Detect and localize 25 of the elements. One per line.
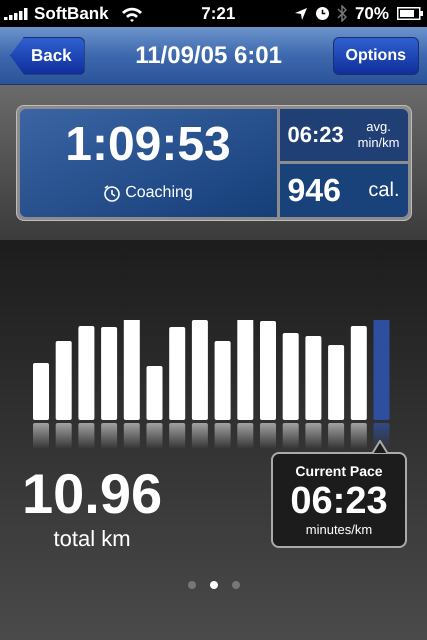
carrier-name: SoftBank (34, 2, 109, 25)
avg-label: avg. (366, 118, 391, 135)
coaching-label: Coaching (125, 182, 193, 202)
pace-unit: min/km (358, 134, 400, 151)
calories-value: 946 (288, 171, 341, 210)
clock-icon (316, 7, 329, 20)
battery-icon (397, 7, 423, 20)
clock-time: 7:21 (201, 2, 236, 25)
wifi-icon (120, 6, 143, 22)
calories-unit: cal. (368, 178, 400, 204)
options-button[interactable]: Options (332, 36, 419, 74)
timer-icon (103, 184, 122, 202)
current-pace-unit: minutes/km (306, 520, 372, 539)
current-pace-value: 06:23 (290, 482, 388, 520)
duration-value: 1:09:53 (65, 120, 231, 168)
back-button[interactable]: Back (10, 36, 85, 74)
distance-value: 10.96 (22, 466, 162, 522)
bluetooth-icon (336, 5, 347, 22)
avg-pace-value: 06:23 (288, 121, 344, 150)
page-title: 11/09/05 6:01 (135, 40, 282, 70)
signal-icon (4, 8, 30, 20)
location-arrow-icon (294, 6, 308, 20)
battery-percent: 70% (354, 2, 389, 25)
current-pace-title: Current Pace (295, 462, 383, 481)
distance-label: total km (54, 525, 131, 553)
